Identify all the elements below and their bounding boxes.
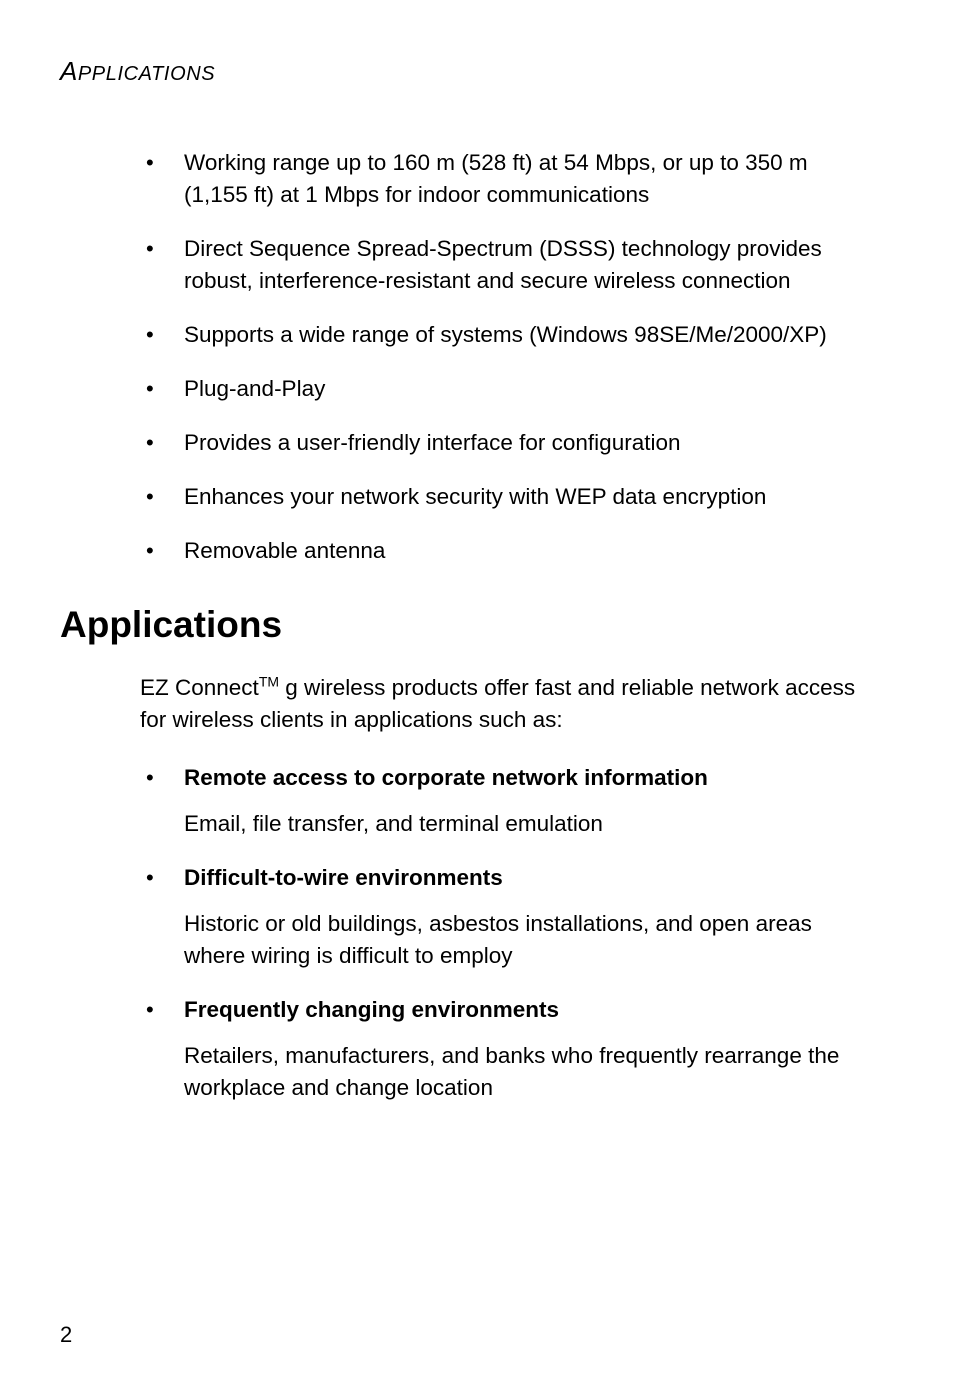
feature-item: Direct Sequence Spread-Spectrum (DSSS) t… [140, 233, 874, 297]
application-title: Difficult-to-wire environments [184, 862, 874, 894]
intro-prefix: EZ Connect [140, 675, 259, 700]
feature-item: Removable antenna [140, 535, 874, 567]
application-list: Remote access to corporate network infor… [60, 762, 874, 1104]
application-item: Frequently changing environments Retaile… [140, 994, 874, 1104]
section-title: Applications [60, 604, 874, 646]
header-first-char: A [60, 56, 78, 86]
application-title: Remote access to corporate network infor… [184, 762, 874, 794]
application-title: Frequently changing environments [184, 994, 874, 1026]
feature-item: Supports a wide range of systems (Window… [140, 319, 874, 351]
feature-item: Plug-and-Play [140, 373, 874, 405]
application-item: Remote access to corporate network infor… [140, 762, 874, 840]
application-item: Difficult-to-wire environments Historic … [140, 862, 874, 972]
running-header: APPLICATIONS [60, 56, 874, 87]
feature-item: Working range up to 160 m (528 ft) at 54… [140, 147, 874, 211]
page: APPLICATIONS Working range up to 160 m (… [0, 0, 954, 1388]
feature-item: Provides a user-friendly interface for c… [140, 427, 874, 459]
feature-item: Enhances your network security with WEP … [140, 481, 874, 513]
page-number: 2 [60, 1322, 72, 1348]
feature-list: Working range up to 160 m (528 ft) at 54… [60, 147, 874, 566]
application-description: Email, file transfer, and terminal emula… [184, 808, 874, 840]
intro-paragraph: EZ ConnectTM g wireless products offer f… [140, 672, 874, 736]
application-description: Retailers, manufacturers, and banks who … [184, 1040, 874, 1104]
trademark-symbol: TM [259, 674, 279, 690]
application-description: Historic or old buildings, asbestos inst… [184, 908, 874, 972]
header-rest: PPLICATIONS [78, 63, 215, 85]
